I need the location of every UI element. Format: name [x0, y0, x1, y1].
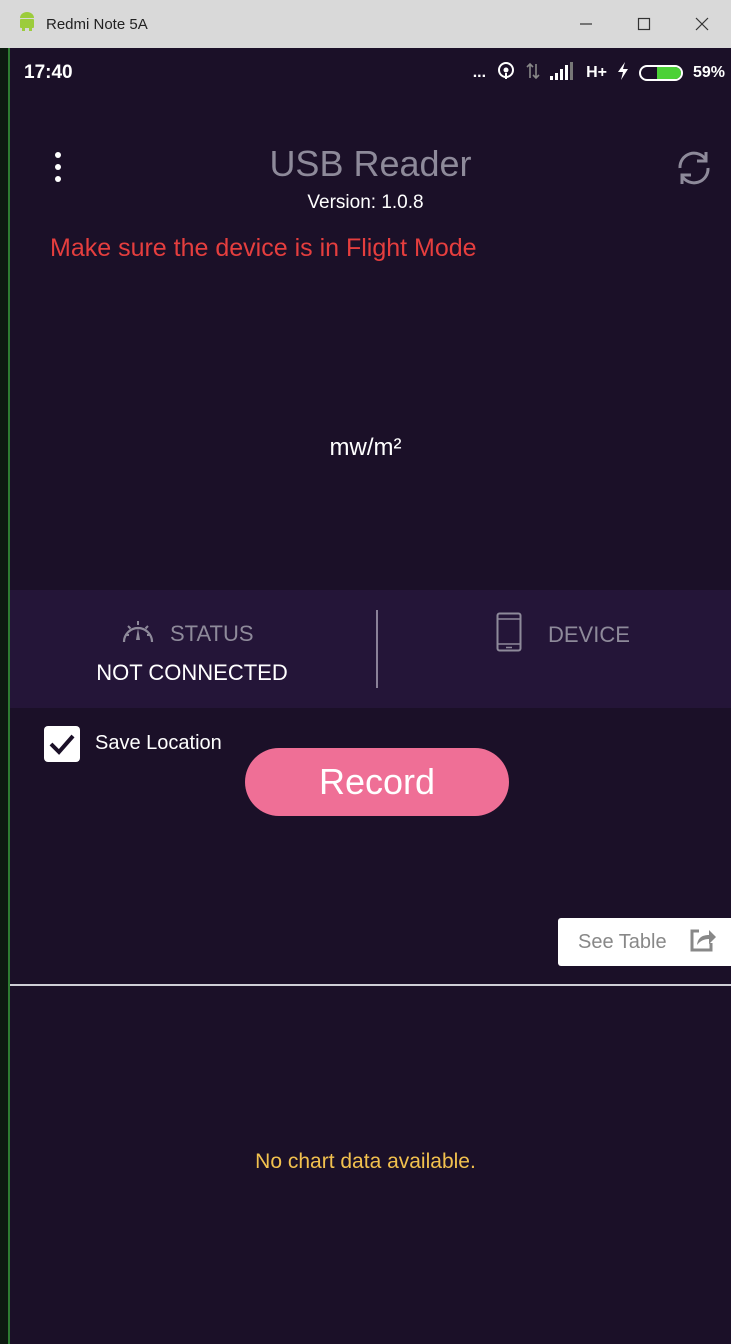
window-controls [557, 0, 731, 48]
checkmark-icon [49, 734, 75, 755]
close-icon[interactable] [673, 0, 731, 48]
panel-divider [376, 610, 378, 688]
window-title: Redmi Note 5A [46, 15, 148, 33]
hotspot-icon [496, 61, 516, 86]
data-arrows-icon [526, 62, 540, 85]
clock: 17:40 [24, 62, 73, 83]
connection-status: NOT CONNECTED [96, 660, 288, 685]
see-table-button[interactable]: See Table [558, 918, 731, 966]
phone-icon [496, 612, 522, 657]
page-title: USB Reader [269, 143, 472, 184]
no-chart-data-message: No chart data available. [255, 1150, 476, 1173]
app-version: Version: 1.0.8 [307, 192, 424, 213]
charging-icon [617, 61, 629, 85]
signal-icon [550, 61, 576, 85]
status-label: STATUS [170, 620, 254, 646]
see-table-label: See Table [578, 930, 667, 953]
more-notifications: ... [472, 64, 487, 81]
app-screen: 17:40 ... H+ 59% USB Reader Version: 1.0… [10, 48, 731, 1344]
system-icons: ... H+ 59% [473, 61, 725, 86]
save-location-checkbox[interactable] [44, 726, 80, 762]
battery-percent: 59% [692, 64, 725, 81]
android-statusbar: 17:40 ... H+ 59% [10, 48, 731, 98]
minimize-icon[interactable] [557, 0, 615, 48]
refresh-icon[interactable] [672, 146, 716, 190]
status-header: STATUS [120, 616, 254, 651]
save-location-label[interactable]: Save Location [95, 732, 222, 755]
battery-icon [638, 65, 683, 81]
maximize-icon[interactable] [615, 0, 673, 48]
status-panel: STATUS NOT CONNECTED DEVICE [10, 590, 731, 708]
record-button[interactable]: Record [245, 748, 509, 816]
device-header[interactable]: DEVICE [496, 612, 630, 657]
window-edge [0, 48, 10, 1344]
network-type: H+ [586, 64, 607, 81]
reading-unit: mw/m² [329, 434, 402, 461]
window-titlebar: Redmi Note 5A [0, 0, 731, 48]
share-icon [689, 927, 717, 958]
android-icon [18, 11, 36, 37]
flight-mode-warning: Make sure the device is in Flight Mode [50, 234, 477, 262]
device-label: DEVICE [548, 621, 630, 647]
gauge-icon [120, 616, 156, 651]
